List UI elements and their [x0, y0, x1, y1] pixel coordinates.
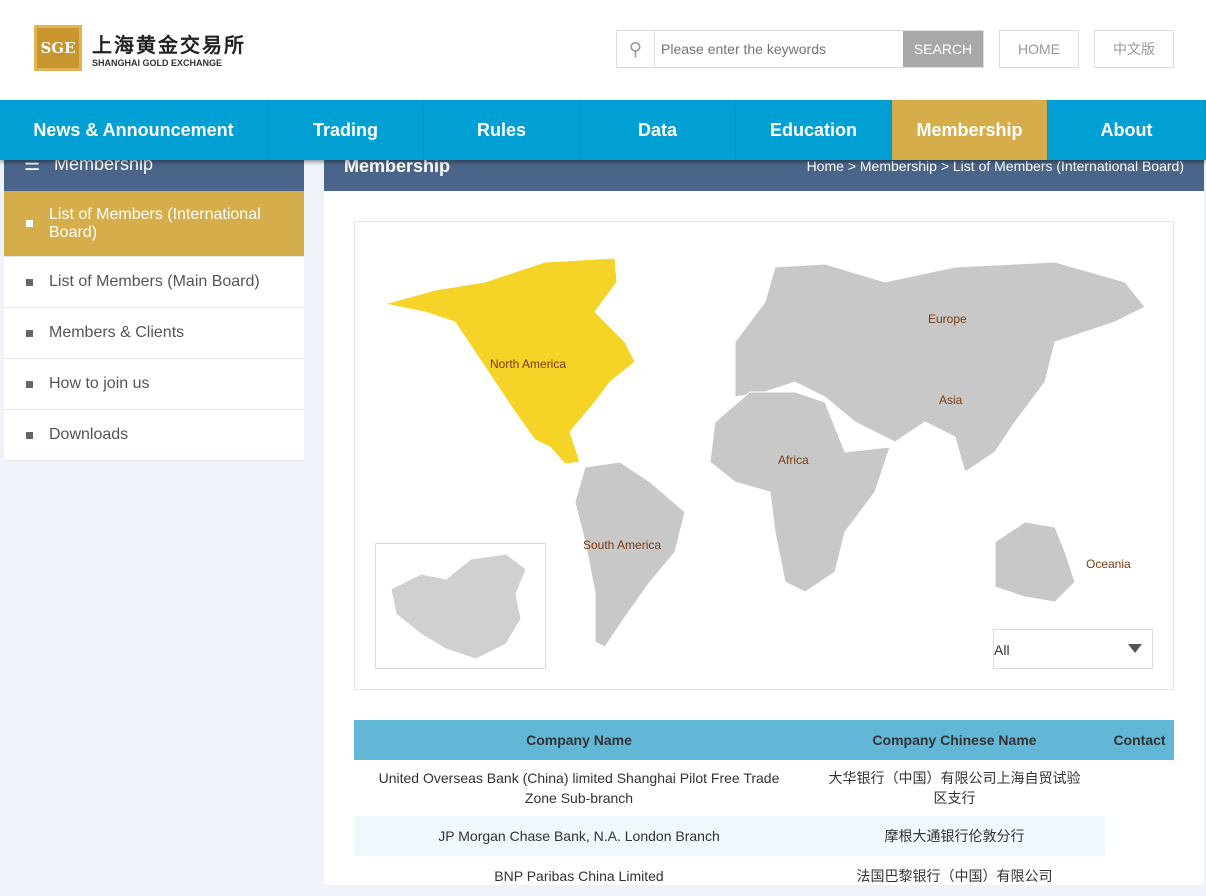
search-button[interactable]: SEARCH	[903, 31, 983, 67]
logo-cn: 上海黄金交易所	[92, 32, 246, 57]
cell-chinese-name: 法国巴黎银行（中国）有限公司	[856, 868, 1053, 884]
sidebar-item-label: Members & Clients	[49, 324, 185, 341]
table-row: BNP Paribas China Limited 法国巴黎银行（中国）有限公司	[354, 856, 1174, 896]
sidebar-item-label: List of Members (Main Board)	[49, 273, 260, 290]
breadcrumb-membership[interactable]: Membership	[860, 158, 937, 174]
sidebar-item-main-board[interactable]: List of Members (Main Board)	[4, 257, 304, 308]
header-contact: Contact	[1105, 720, 1174, 760]
search-input[interactable]	[655, 31, 903, 67]
search-box: ⚲ SEARCH	[616, 30, 984, 68]
cell-company-name: JP Morgan Chase Bank, N.A. London Branch	[354, 816, 804, 856]
cell-contact	[1105, 816, 1174, 856]
cell-contact	[1105, 760, 1174, 816]
label-north-america: North America	[490, 357, 567, 371]
sidebar-item-downloads[interactable]: Downloads	[4, 410, 304, 461]
bullet-icon	[26, 380, 33, 388]
logo-mark: SGE	[34, 25, 82, 71]
main-nav: News & Announcement Trading Rules Data E…	[0, 100, 1206, 160]
sidebar-menu: List of Members (International Board) Li…	[4, 191, 304, 461]
cell-contact	[1105, 856, 1174, 896]
bullet-icon	[26, 329, 33, 337]
china-inset-map[interactable]	[375, 543, 546, 669]
label-africa: Africa	[778, 453, 809, 467]
nav-membership[interactable]: Membership	[892, 100, 1048, 160]
label-oceania: Oceania	[1086, 557, 1131, 571]
header: SGE 上海黄金交易所 SHANGHAI GOLD EXCHANGE ⚲ SEA…	[0, 0, 1206, 100]
table-row: JP Morgan Chase Bank, N.A. London Branch…	[354, 816, 1174, 856]
chevron-down-icon	[1128, 644, 1142, 653]
region-filter-value: All	[994, 642, 1010, 658]
logo[interactable]: SGE 上海黄金交易所 SHANGHAI GOLD EXCHANGE	[34, 25, 246, 71]
bullet-icon	[26, 431, 33, 439]
header-chinese-name: Company Chinese Name	[804, 720, 1105, 760]
nav-data[interactable]: Data	[580, 100, 736, 160]
cell-chinese-name: 大华银行（中国）有限公司上海自贸试验区支行	[828, 770, 1081, 806]
cell-company-name: United Overseas Bank (China) limited Sha…	[378, 770, 780, 806]
nav-trading[interactable]: Trading	[268, 100, 424, 160]
sidebar-item-label: Downloads	[49, 426, 129, 443]
nav-education[interactable]: Education	[736, 100, 892, 160]
search-icon: ⚲	[617, 31, 655, 67]
cell-chinese-name: 摩根大通银行伦敦分行	[804, 816, 1105, 856]
sidebar-item-members-clients[interactable]: Members & Clients	[4, 308, 304, 359]
breadcrumb-current: List of Members (International Board)	[952, 158, 1184, 174]
breadcrumb-separator: >	[847, 158, 856, 174]
label-europe: Europe	[928, 312, 967, 326]
breadcrumb: Home > Membership > List of Members (Int…	[807, 158, 1184, 174]
home-button[interactable]: HOME	[999, 30, 1079, 68]
breadcrumb-home[interactable]: Home	[807, 158, 844, 174]
logo-en: SHANGHAI GOLD EXCHANGE	[92, 57, 223, 68]
bullet-icon	[26, 220, 33, 227]
region-filter-select[interactable]: All	[993, 629, 1153, 669]
sidebar-item-how-to-join[interactable]: How to join us	[4, 359, 304, 410]
sidebar-item-international-board[interactable]: List of Members (International Board)	[4, 191, 304, 257]
language-button[interactable]: 中文版	[1094, 30, 1174, 68]
label-asia: Asia	[939, 393, 963, 407]
region-oceania[interactable]	[994, 521, 1076, 603]
cell-company-name: BNP Paribas China Limited	[494, 868, 664, 884]
content: North America South America Europe Asia …	[324, 191, 1204, 885]
nav-news[interactable]: News & Announcement	[0, 100, 268, 160]
bullet-icon	[26, 278, 33, 286]
nav-rules[interactable]: Rules	[424, 100, 580, 160]
breadcrumb-separator: >	[940, 158, 949, 174]
table-header: Company Name Company Chinese Name Contac…	[354, 720, 1174, 760]
label-south-america: South America	[583, 538, 662, 552]
header-company-name: Company Name	[354, 720, 804, 760]
table-row: United Overseas Bank (China) limited Sha…	[354, 760, 1174, 816]
sidebar-item-label: List of Members (International Board)	[49, 205, 261, 241]
sidebar-item-label: How to join us	[49, 375, 150, 392]
nav-about[interactable]: About	[1048, 100, 1206, 160]
members-table: Company Name Company Chinese Name Contac…	[354, 720, 1174, 896]
world-map: North America South America Europe Asia …	[354, 221, 1174, 690]
region-south-america[interactable]	[574, 461, 686, 648]
